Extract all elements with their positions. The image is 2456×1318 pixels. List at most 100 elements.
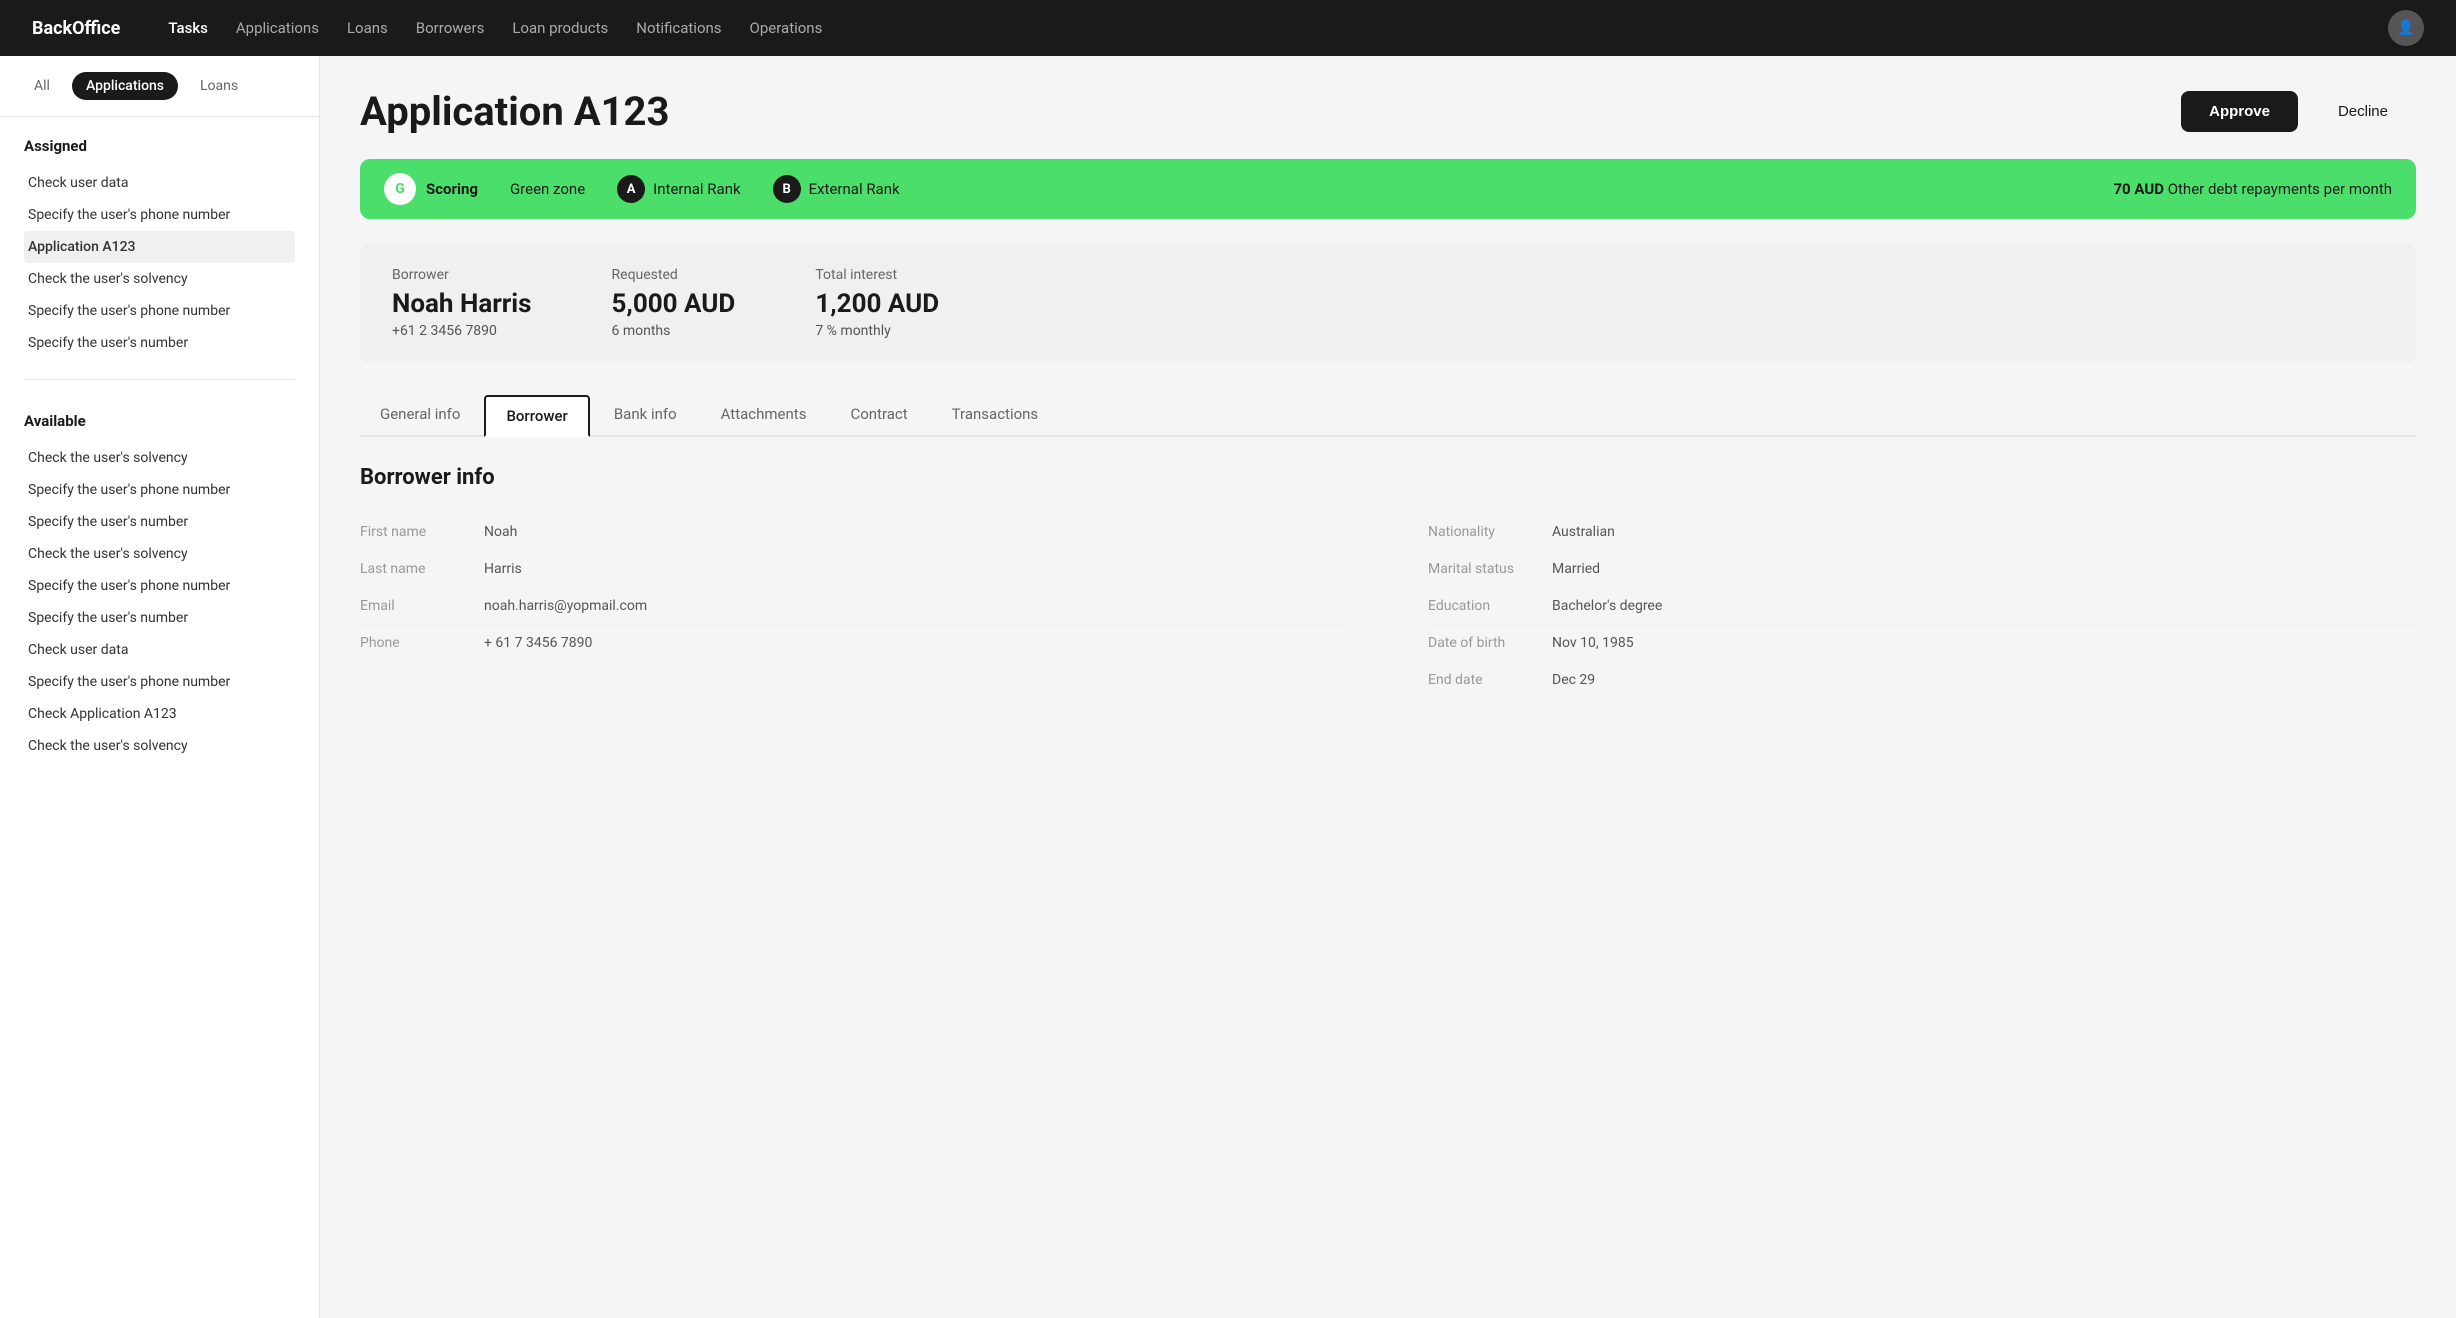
borrower-info-grid: First name Noah Last name Harris Email n… [360,514,2416,698]
info-row-nationality: Nationality Australian [1428,514,2416,551]
debt-info: 70 AUD Other debt repayments per month [2113,180,2392,198]
sidebar: All Applications Loans Assigned Check us… [0,56,320,1318]
info-row-marital: Marital status Married [1428,551,2416,588]
scoring-label: G Scoring [384,173,478,205]
nav-loan-products[interactable]: Loan products [512,19,608,37]
sidebar-tabs: All Applications Loans [0,56,319,117]
external-rank-label: External Rank [809,180,900,198]
content-tabs: General info Borrower Bank info Attachme… [360,395,2416,437]
external-rank-circle: B [773,175,801,203]
borrower-info-section: Borrower info First name Noah Last name … [360,465,2416,698]
enddate-label: End date [1428,672,1528,688]
available-item-3[interactable]: Check the user's solvency [24,538,295,570]
external-rank: B External Rank [773,175,900,203]
requested-label: Requested [612,267,736,283]
dob-value: Nov 10, 1985 [1552,635,1634,651]
interest-rate: 7 % monthly [815,323,939,339]
interest-label: Total interest [815,267,939,283]
sidebar-tab-loans[interactable]: Loans [186,72,252,100]
interest-amount: 1,200 AUD [815,289,939,319]
borrower-name: Noah Harris [392,289,532,319]
sidebar-divider [24,379,295,380]
assigned-item-3[interactable]: Check the user's solvency [24,263,295,295]
available-item-6[interactable]: Check user data [24,634,295,666]
tab-transactions[interactable]: Transactions [932,395,1059,437]
available-item-0[interactable]: Check the user's solvency [24,442,295,474]
tab-borrower[interactable]: Borrower [484,395,589,437]
available-item-7[interactable]: Specify the user's phone number [24,666,295,698]
assigned-item-0[interactable]: Check user data [24,167,295,199]
info-row-dob: Date of birth Nov 10, 1985 [1428,625,2416,662]
tab-contract[interactable]: Contract [830,395,927,437]
scoring-icon: G [384,173,416,205]
decline-button[interactable]: Decline [2310,91,2416,132]
nav-tasks[interactable]: Tasks [168,19,208,37]
layout: All Applications Loans Assigned Check us… [0,56,2456,1318]
summary-card: Borrower Noah Harris +61 2 3456 7890 Req… [360,243,2416,363]
info-row-phone: Phone + 61 7 3456 7890 [360,625,1348,661]
available-item-1[interactable]: Specify the user's phone number [24,474,295,506]
interest-field: Total interest 1,200 AUD 7 % monthly [815,267,939,339]
assigned-section: Assigned Check user data Specify the use… [0,117,319,367]
info-row-firstname: First name Noah [360,514,1348,551]
info-row-lastname: Last name Harris [360,551,1348,588]
scoring-banner: G Scoring Green zone A Internal Rank B E… [360,159,2416,219]
phone-value: + 61 7 3456 7890 [484,635,592,651]
education-value: Bachelor's degree [1552,598,1662,614]
nav-loans[interactable]: Loans [347,19,388,37]
top-nav: BackOffice Tasks Applications Loans Borr… [0,0,2456,56]
info-row-education: Education Bachelor's degree [1428,588,2416,625]
avatar[interactable]: 👤 [2388,10,2424,46]
main-content: Application A123 Approve Decline G Scori… [320,56,2456,1318]
tab-attachments[interactable]: Attachments [701,395,827,437]
borrower-phone: +61 2 3456 7890 [392,323,532,339]
tab-bank-info[interactable]: Bank info [594,395,697,437]
education-label: Education [1428,598,1528,614]
requested-term: 6 months [612,323,736,339]
sidebar-tab-applications[interactable]: Applications [72,72,178,100]
available-item-8[interactable]: Check Application A123 [24,698,295,730]
internal-rank-label: Internal Rank [653,180,740,198]
assigned-title: Assigned [24,137,295,155]
email-value: noah.harris@yopmail.com [484,598,647,614]
nav-notifications[interactable]: Notifications [636,19,721,37]
borrower-left-column: First name Noah Last name Harris Email n… [360,514,1348,698]
email-label: Email [360,598,460,614]
nav-borrowers[interactable]: Borrowers [416,19,485,37]
assigned-item-1[interactable]: Specify the user's phone number [24,199,295,231]
available-title: Available [24,412,295,430]
internal-rank: A Internal Rank [617,175,740,203]
scoring-text: Scoring [426,180,478,198]
available-item-9[interactable]: Check the user's solvency [24,730,295,762]
debt-label: Other debt repayments per month [2168,180,2392,198]
available-item-2[interactable]: Specify the user's number [24,506,295,538]
available-item-4[interactable]: Specify the user's phone number [24,570,295,602]
assigned-item-5[interactable]: Specify the user's number [24,327,295,359]
scoring-zone: Green zone [510,180,585,198]
nav-applications[interactable]: Applications [236,19,319,37]
firstname-label: First name [360,524,460,540]
assigned-item-4[interactable]: Specify the user's phone number [24,295,295,327]
dob-label: Date of birth [1428,635,1528,651]
requested-amount: 5,000 AUD [612,289,736,319]
enddate-value: Dec 29 [1552,672,1595,688]
available-section: Available Check the user's solvency Spec… [0,392,319,770]
logo: BackOffice [32,18,120,39]
nationality-label: Nationality [1428,524,1528,540]
internal-rank-circle: A [617,175,645,203]
lastname-label: Last name [360,561,460,577]
borrower-label: Borrower [392,267,532,283]
marital-label: Marital status [1428,561,1528,577]
borrower-info-title: Borrower info [360,465,2416,490]
approve-button[interactable]: Approve [2181,91,2298,132]
sidebar-tab-all[interactable]: All [20,72,64,100]
borrower-right-column: Nationality Australian Marital status Ma… [1428,514,2416,698]
nav-operations[interactable]: Operations [750,19,823,37]
assigned-item-2[interactable]: Application A123 [24,231,295,263]
header-actions: Approve Decline [2181,91,2416,132]
tab-general-info[interactable]: General info [360,395,480,437]
info-row-enddate: End date Dec 29 [1428,662,2416,698]
borrower-field: Borrower Noah Harris +61 2 3456 7890 [392,267,532,339]
available-item-5[interactable]: Specify the user's number [24,602,295,634]
lastname-value: Harris [484,561,522,577]
